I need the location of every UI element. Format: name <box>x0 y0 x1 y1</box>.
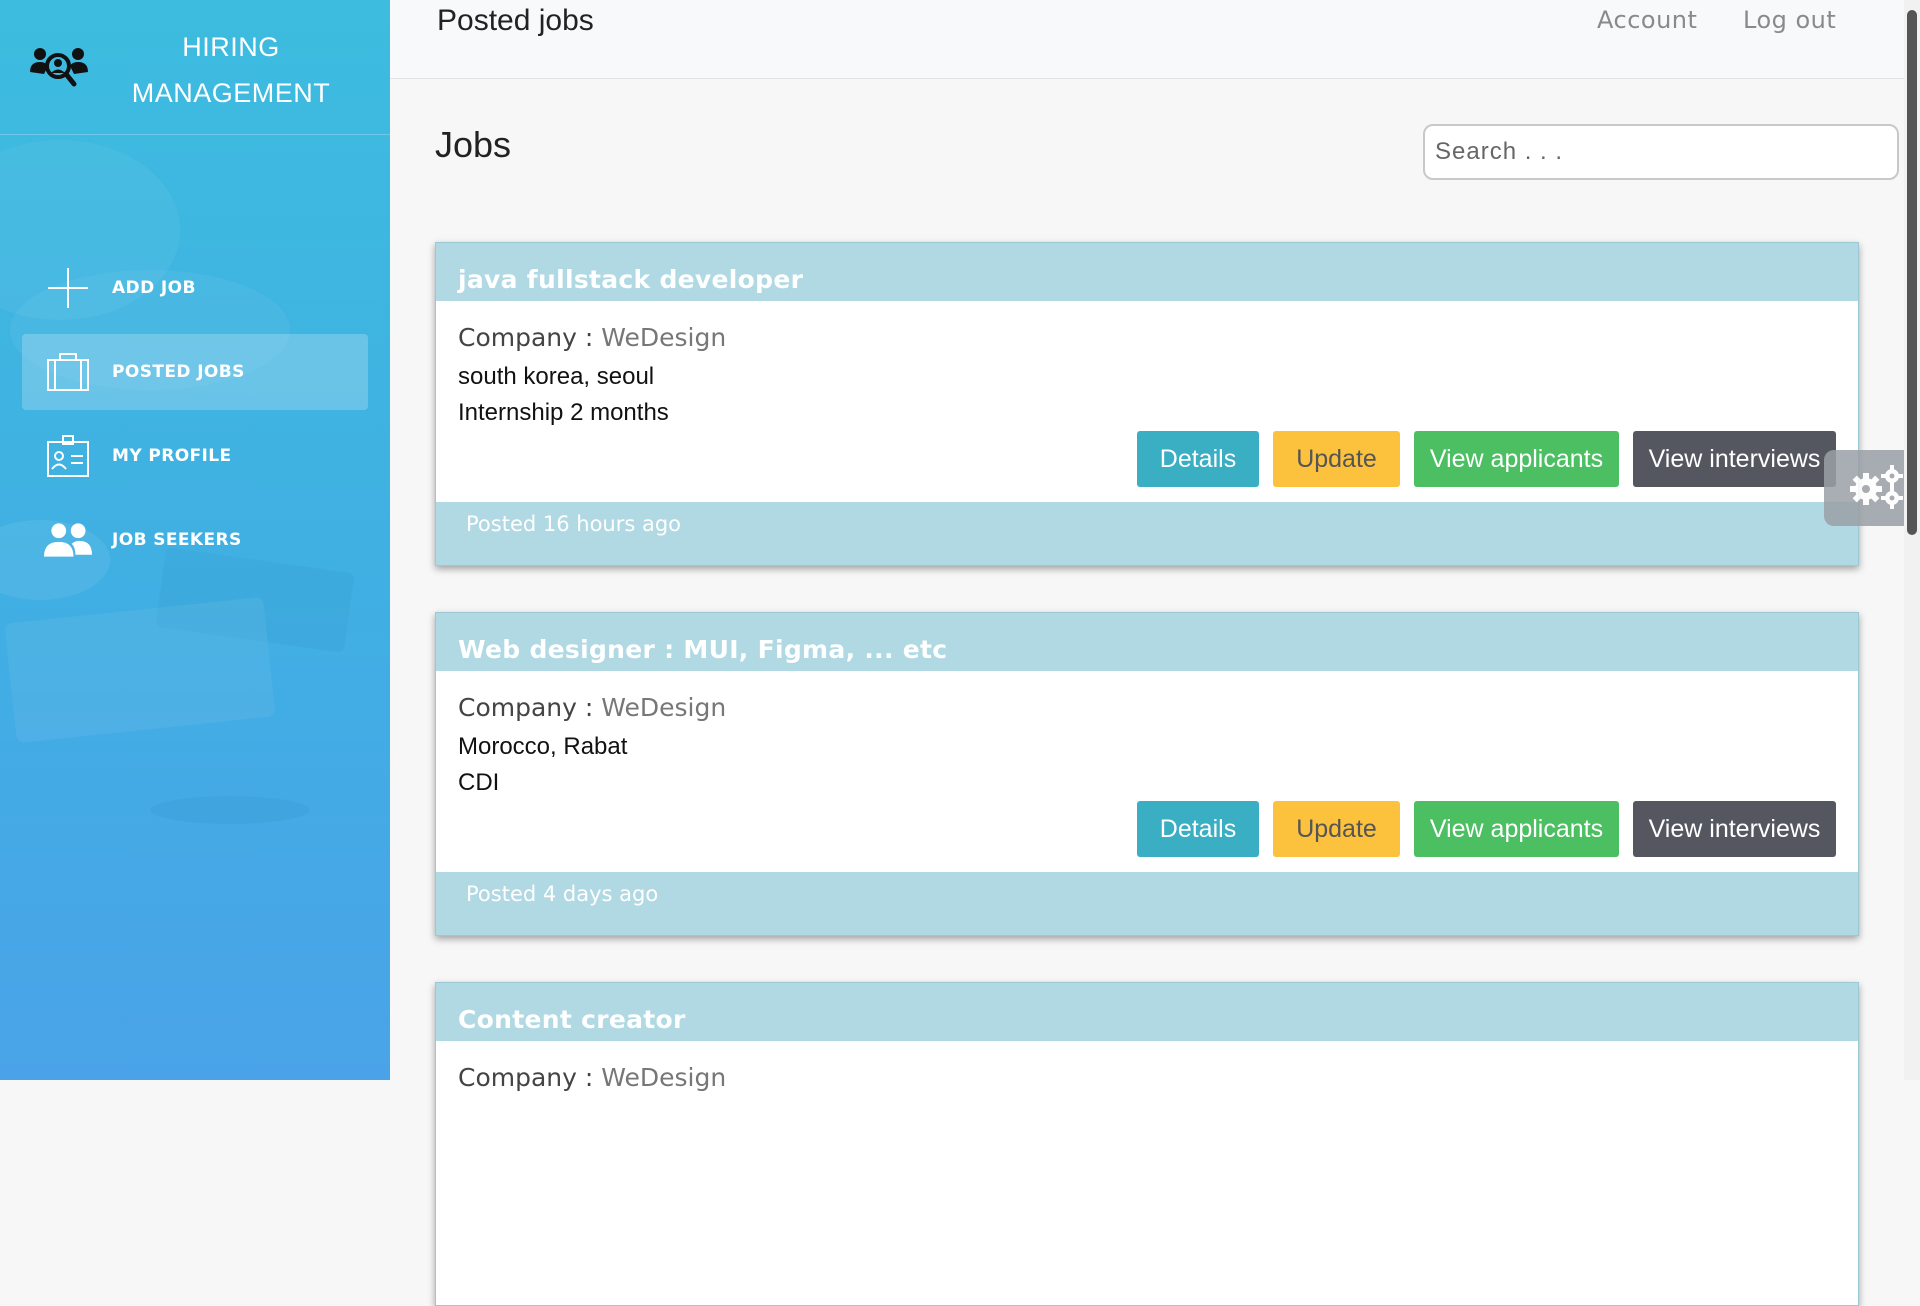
account-link[interactable]: Account <box>1597 6 1697 34</box>
company-value: WeDesign <box>601 1063 727 1092</box>
brand-title: HIRING MANAGEMENT <box>120 24 342 116</box>
job-posted-time: Posted 4 days ago <box>436 872 1858 935</box>
job-title: Web designer : MUI, Figma, ... etc <box>436 613 1858 671</box>
job-card: Web designer : MUI, Figma, ... etc Compa… <box>435 612 1859 936</box>
top-navbar: Posted jobs Account Log out <box>390 0 1920 79</box>
brand-header: HIRING MANAGEMENT <box>0 0 390 135</box>
company-label: Company : <box>458 693 602 722</box>
job-card-body: Company : WeDesign south korea, seoul In… <box>436 301 1858 502</box>
page-title: Posted jobs <box>437 4 594 37</box>
gears-icon <box>1846 461 1908 516</box>
details-button[interactable]: Details <box>1137 431 1259 487</box>
job-card-body: Company : WeDesign Morocco, Rabat CDI De… <box>436 671 1858 872</box>
view-interviews-button[interactable]: View interviews <box>1633 431 1836 487</box>
scrollbar-thumb[interactable] <box>1907 10 1917 535</box>
sidebar-item-label: MY PROFILE <box>112 446 232 466</box>
job-card: Content creator Company : WeDesign <box>435 982 1859 1306</box>
sidebar-item-label: ADD JOB <box>112 278 196 298</box>
company-value: WeDesign <box>601 693 727 722</box>
job-company: Company : WeDesign <box>458 323 726 352</box>
sidebar-item-label: POSTED JOBS <box>112 362 245 382</box>
job-card: java fullstack developer Company : WeDes… <box>435 242 1859 566</box>
users-icon <box>44 518 92 562</box>
id-card-icon <box>44 434 92 478</box>
view-applicants-button[interactable]: View applicants <box>1414 431 1619 487</box>
brand-title-line1: HIRING <box>182 32 280 62</box>
sidebar-item-label: JOB SEEKERS <box>112 530 242 550</box>
sidebar-item-job-seekers[interactable]: JOB SEEKERS <box>22 502 368 578</box>
search-input[interactable] <box>1423 124 1899 180</box>
job-location: Morocco, Rabat <box>458 733 628 760</box>
job-type: CDI <box>458 769 500 796</box>
brand-title-line2: MANAGEMENT <box>131 78 331 108</box>
update-button[interactable]: Update <box>1273 431 1400 487</box>
job-type: Internship 2 months <box>458 399 669 426</box>
view-applicants-button[interactable]: View applicants <box>1414 801 1619 857</box>
sidebar: HIRING MANAGEMENT ADD JOB POSTED JOBS MY… <box>0 0 390 1080</box>
sidebar-item-my-profile[interactable]: MY PROFILE <box>22 418 368 494</box>
sidebar-item-add-job[interactable]: ADD JOB <box>22 250 368 326</box>
job-card-body: Company : WeDesign <box>436 1041 1858 1242</box>
section-heading: Jobs <box>435 124 512 165</box>
job-location: south korea, seoul <box>458 363 655 390</box>
job-title: java fullstack developer <box>436 243 1858 301</box>
details-button[interactable]: Details <box>1137 801 1259 857</box>
update-button[interactable]: Update <box>1273 801 1400 857</box>
sidebar-item-posted-jobs[interactable]: POSTED JOBS <box>22 334 368 410</box>
briefcase-icon <box>44 350 92 394</box>
job-title: Content creator <box>436 983 1858 1041</box>
company-value: WeDesign <box>601 323 727 352</box>
plus-icon <box>44 266 92 310</box>
company-label: Company : <box>458 323 602 352</box>
team-search-icon <box>28 44 90 90</box>
job-posted-time: Posted 16 hours ago <box>436 502 1858 565</box>
job-company: Company : WeDesign <box>458 693 726 722</box>
job-company: Company : WeDesign <box>458 1063 726 1092</box>
view-interviews-button[interactable]: View interviews <box>1633 801 1836 857</box>
page-scrollbar[interactable] <box>1904 0 1920 1080</box>
company-label: Company : <box>458 1063 602 1092</box>
logout-link[interactable]: Log out <box>1743 6 1836 34</box>
